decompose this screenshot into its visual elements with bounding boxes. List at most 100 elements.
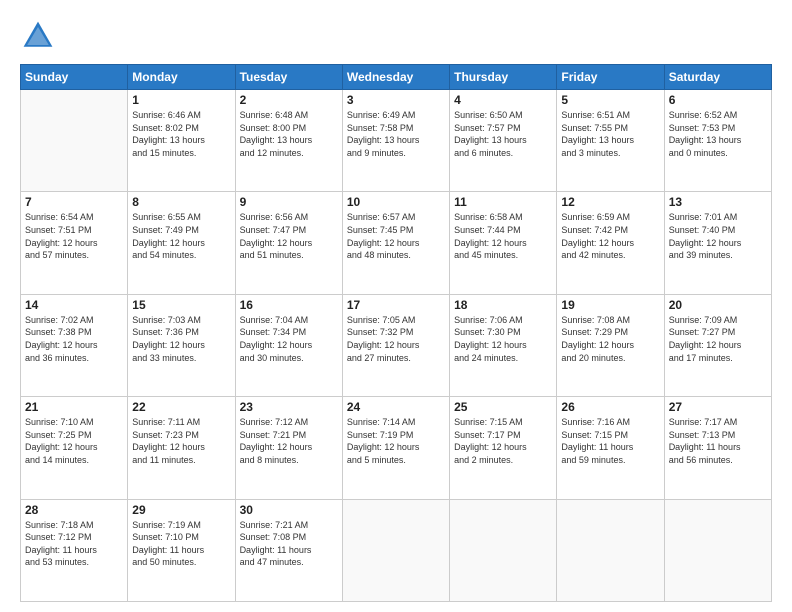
calendar-cell: 15Sunrise: 7:03 AMSunset: 7:36 PMDayligh… bbox=[128, 294, 235, 396]
day-number: 30 bbox=[240, 503, 338, 517]
day-number: 28 bbox=[25, 503, 123, 517]
logo bbox=[20, 18, 60, 54]
weekday-header-tuesday: Tuesday bbox=[235, 65, 342, 90]
header bbox=[20, 18, 772, 54]
day-number: 10 bbox=[347, 195, 445, 209]
weekday-header-saturday: Saturday bbox=[664, 65, 771, 90]
calendar-cell: 18 Sunrise: 7:06 AMSunset: 7:30 PMDayligh… bbox=[450, 294, 557, 396]
day-number: 7 bbox=[25, 195, 123, 209]
day-number: 18 bbox=[454, 298, 552, 312]
calendar-cell: 24 Sunrise: 7:14 AMSunset: 7:19 PMDayligh… bbox=[342, 397, 449, 499]
day-info: Sunrise: 6:54 AMSunset: 7:51 PMDaylight:… bbox=[25, 211, 123, 261]
day-info: Sunrise: 6:57 AMSunset: 7:45 PMDaylight:… bbox=[347, 211, 445, 261]
day-info: Sunrise: 7:16 AMSunset: 7:15 PMDaylight:… bbox=[561, 416, 659, 466]
day-info: Sunrise: 6:52 AMSunset: 7:53 PMDaylight:… bbox=[669, 109, 767, 159]
day-number: 25 bbox=[454, 400, 552, 414]
calendar-cell: 11 Sunrise: 6:58 AMSunset: 7:44 PMDayligh… bbox=[450, 192, 557, 294]
day-info: Sunrise: 6:58 AMSunset: 7:44 PMDaylight:… bbox=[454, 211, 552, 261]
calendar-cell: 4 Sunrise: 6:50 AMSunset: 7:57 PMDaylight… bbox=[450, 90, 557, 192]
calendar-cell: 12 Sunrise: 6:59 AMSunset: 7:42 PMDayligh… bbox=[557, 192, 664, 294]
weekday-header-row: SundayMondayTuesdayWednesdayThursdayFrid… bbox=[21, 65, 772, 90]
calendar-cell: 8Sunrise: 6:55 AMSunset: 7:49 PMDaylight… bbox=[128, 192, 235, 294]
day-info: Sunrise: 7:09 AMSunset: 7:27 PMDaylight:… bbox=[669, 314, 767, 364]
calendar-cell: 26 Sunrise: 7:16 AMSunset: 7:15 PMDayligh… bbox=[557, 397, 664, 499]
day-info: Sunrise: 6:48 AMSunset: 8:00 PMDaylight:… bbox=[240, 109, 338, 159]
day-number: 24 bbox=[347, 400, 445, 414]
day-info: Sunrise: 7:12 AMSunset: 7:21 PMDaylight:… bbox=[240, 416, 338, 466]
calendar-cell: 14Sunrise: 7:02 AMSunset: 7:38 PMDayligh… bbox=[21, 294, 128, 396]
calendar-cell bbox=[21, 90, 128, 192]
calendar-cell bbox=[342, 499, 449, 601]
calendar-week-3: 14Sunrise: 7:02 AMSunset: 7:38 PMDayligh… bbox=[21, 294, 772, 396]
calendar-cell: 25 Sunrise: 7:15 AMSunset: 7:17 PMDayligh… bbox=[450, 397, 557, 499]
day-number: 4 bbox=[454, 93, 552, 107]
calendar-cell: 5Sunrise: 6:51 AMSunset: 7:55 PMDaylight… bbox=[557, 90, 664, 192]
calendar-cell: 29 Sunrise: 7:19 AMSunset: 7:10 PMDayligh… bbox=[128, 499, 235, 601]
calendar-cell: 21 Sunrise: 7:10 AMSunset: 7:25 PMDayligh… bbox=[21, 397, 128, 499]
calendar-cell: 20 Sunrise: 7:09 AMSunset: 7:27 PMDayligh… bbox=[664, 294, 771, 396]
day-number: 1 bbox=[132, 93, 230, 107]
day-number: 19 bbox=[561, 298, 659, 312]
calendar-cell: 7 Sunrise: 6:54 AMSunset: 7:51 PMDaylight… bbox=[21, 192, 128, 294]
calendar-cell: 9 Sunrise: 6:56 AMSunset: 7:47 PMDaylight… bbox=[235, 192, 342, 294]
day-info: Sunrise: 7:18 AMSunset: 7:12 PMDaylight:… bbox=[25, 519, 123, 569]
day-number: 22 bbox=[132, 400, 230, 414]
calendar-cell: 28 Sunrise: 7:18 AMSunset: 7:12 PMDayligh… bbox=[21, 499, 128, 601]
weekday-header-monday: Monday bbox=[128, 65, 235, 90]
calendar-cell: 1Sunrise: 6:46 AMSunset: 8:02 PMDaylight… bbox=[128, 90, 235, 192]
logo-icon bbox=[20, 18, 56, 54]
day-number: 23 bbox=[240, 400, 338, 414]
day-number: 6 bbox=[669, 93, 767, 107]
day-info: Sunrise: 6:59 AMSunset: 7:42 PMDaylight:… bbox=[561, 211, 659, 261]
calendar-week-2: 7 Sunrise: 6:54 AMSunset: 7:51 PMDaylight… bbox=[21, 192, 772, 294]
day-info: Sunrise: 6:56 AMSunset: 7:47 PMDaylight:… bbox=[240, 211, 338, 261]
calendar-cell: 30 Sunrise: 7:21 AMSunset: 7:08 PMDayligh… bbox=[235, 499, 342, 601]
calendar-cell: 3Sunrise: 6:49 AMSunset: 7:58 PMDaylight… bbox=[342, 90, 449, 192]
day-info: Sunrise: 7:02 AMSunset: 7:38 PMDaylight:… bbox=[25, 314, 123, 364]
weekday-header-wednesday: Wednesday bbox=[342, 65, 449, 90]
calendar-cell bbox=[664, 499, 771, 601]
day-number: 26 bbox=[561, 400, 659, 414]
day-info: Sunrise: 7:06 AMSunset: 7:30 PMDaylight:… bbox=[454, 314, 552, 364]
day-info: Sunrise: 7:05 AMSunset: 7:32 PMDaylight:… bbox=[347, 314, 445, 364]
day-number: 16 bbox=[240, 298, 338, 312]
day-info: Sunrise: 6:51 AMSunset: 7:55 PMDaylight:… bbox=[561, 109, 659, 159]
calendar-cell: 19Sunrise: 7:08 AMSunset: 7:29 PMDayligh… bbox=[557, 294, 664, 396]
day-number: 21 bbox=[25, 400, 123, 414]
day-info: Sunrise: 7:21 AMSunset: 7:08 PMDaylight:… bbox=[240, 519, 338, 569]
day-number: 20 bbox=[669, 298, 767, 312]
weekday-header-friday: Friday bbox=[557, 65, 664, 90]
day-number: 29 bbox=[132, 503, 230, 517]
day-info: Sunrise: 7:19 AMSunset: 7:10 PMDaylight:… bbox=[132, 519, 230, 569]
day-info: Sunrise: 7:15 AMSunset: 7:17 PMDaylight:… bbox=[454, 416, 552, 466]
calendar-week-1: 1Sunrise: 6:46 AMSunset: 8:02 PMDaylight… bbox=[21, 90, 772, 192]
day-info: Sunrise: 6:49 AMSunset: 7:58 PMDaylight:… bbox=[347, 109, 445, 159]
day-info: Sunrise: 7:10 AMSunset: 7:25 PMDaylight:… bbox=[25, 416, 123, 466]
calendar-cell: 2 Sunrise: 6:48 AMSunset: 8:00 PMDaylight… bbox=[235, 90, 342, 192]
day-number: 2 bbox=[240, 93, 338, 107]
weekday-header-sunday: Sunday bbox=[21, 65, 128, 90]
calendar-cell bbox=[450, 499, 557, 601]
day-info: Sunrise: 7:03 AMSunset: 7:36 PMDaylight:… bbox=[132, 314, 230, 364]
day-info: Sunrise: 7:11 AMSunset: 7:23 PMDaylight:… bbox=[132, 416, 230, 466]
calendar-cell: 27Sunrise: 7:17 AMSunset: 7:13 PMDayligh… bbox=[664, 397, 771, 499]
calendar-cell: 17 Sunrise: 7:05 AMSunset: 7:32 PMDayligh… bbox=[342, 294, 449, 396]
calendar-cell: 10 Sunrise: 6:57 AMSunset: 7:45 PMDayligh… bbox=[342, 192, 449, 294]
day-number: 11 bbox=[454, 195, 552, 209]
day-number: 13 bbox=[669, 195, 767, 209]
calendar-week-4: 21 Sunrise: 7:10 AMSunset: 7:25 PMDayligh… bbox=[21, 397, 772, 499]
calendar-table: SundayMondayTuesdayWednesdayThursdayFrid… bbox=[20, 64, 772, 602]
day-info: Sunrise: 7:14 AMSunset: 7:19 PMDaylight:… bbox=[347, 416, 445, 466]
day-number: 17 bbox=[347, 298, 445, 312]
day-number: 8 bbox=[132, 195, 230, 209]
day-info: Sunrise: 6:50 AMSunset: 7:57 PMDaylight:… bbox=[454, 109, 552, 159]
calendar-cell: 16Sunrise: 7:04 AMSunset: 7:34 PMDayligh… bbox=[235, 294, 342, 396]
day-info: Sunrise: 7:17 AMSunset: 7:13 PMDaylight:… bbox=[669, 416, 767, 466]
weekday-header-thursday: Thursday bbox=[450, 65, 557, 90]
calendar-cell: 23 Sunrise: 7:12 AMSunset: 7:21 PMDayligh… bbox=[235, 397, 342, 499]
day-number: 12 bbox=[561, 195, 659, 209]
calendar-cell: 13 Sunrise: 7:01 AMSunset: 7:40 PMDayligh… bbox=[664, 192, 771, 294]
day-info: Sunrise: 7:01 AMSunset: 7:40 PMDaylight:… bbox=[669, 211, 767, 261]
calendar-cell bbox=[557, 499, 664, 601]
day-number: 9 bbox=[240, 195, 338, 209]
